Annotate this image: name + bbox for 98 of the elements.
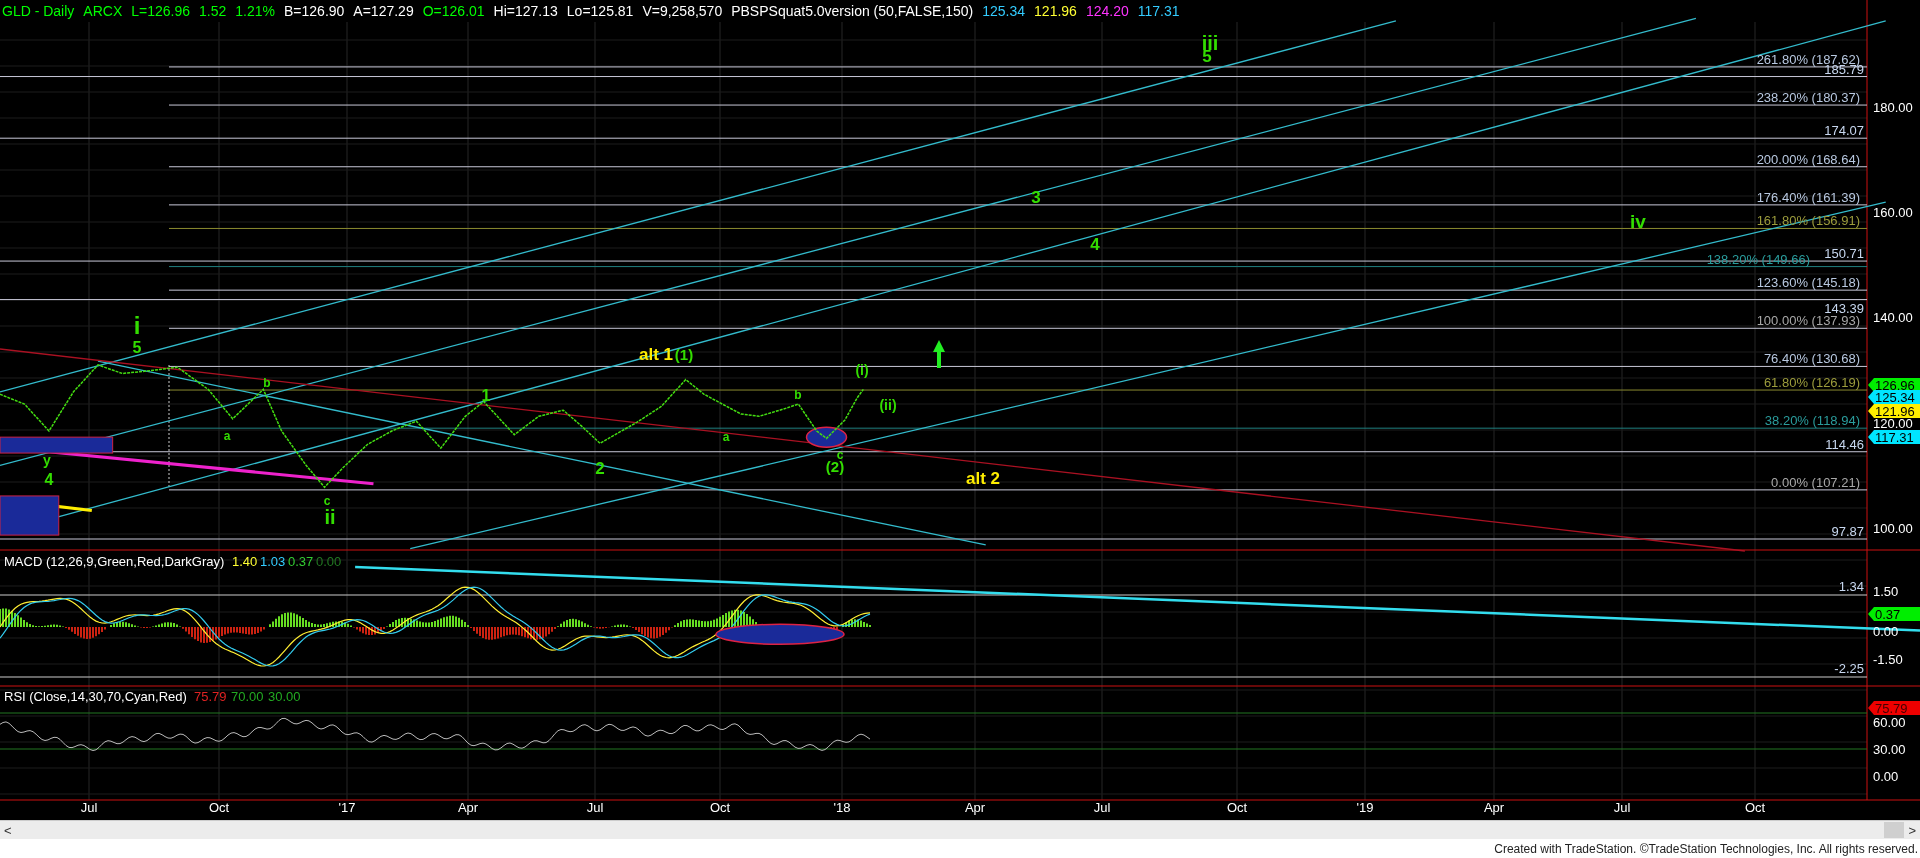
header-text: B=126.90	[284, 3, 345, 19]
header-text: 1.21%	[235, 3, 275, 19]
axis-label: 160.00	[1873, 205, 1913, 221]
date-label: Oct	[1744, 800, 1766, 815]
axis-label: 0.00	[1873, 769, 1899, 784]
indicator-value: 1.40	[232, 554, 258, 569]
indicator-value: 0.00	[316, 554, 342, 569]
line-label: -2.25	[1834, 661, 1864, 676]
date-label: Oct	[1226, 800, 1248, 815]
axis-label: 100.00	[1873, 520, 1913, 536]
line-label: 114.46	[1825, 436, 1864, 452]
date-label: Jul	[80, 800, 98, 815]
fib-label: 200.00% (168.64)	[1756, 151, 1860, 167]
line-label: 174.07	[1824, 123, 1864, 139]
wave-label: b	[794, 388, 802, 402]
date-label: Apr	[1483, 800, 1505, 815]
axis-label: 1.50	[1873, 584, 1899, 599]
header-text: PBSPSquat5.0version (50,FALSE,150)	[731, 3, 974, 19]
fib-label: 76.40% (130.68)	[1763, 351, 1860, 367]
date-label: Oct	[208, 800, 230, 815]
wave-label: 3	[1031, 188, 1041, 207]
indicator-marker: 0.37	[1868, 607, 1920, 622]
date-label: Apr	[964, 800, 986, 815]
wave-label: 4	[44, 471, 54, 488]
indicator-title: MACD (12,26,9,Green,Red,DarkGray)	[4, 554, 225, 569]
fib-label: 261.80% (187.62)	[1756, 51, 1860, 67]
header-text: 1.52	[199, 3, 227, 19]
header-text: 121.96	[1034, 3, 1077, 19]
indicator-value: 30.00	[268, 689, 301, 704]
axis-label: 30.00	[1873, 742, 1906, 757]
axis-label: 60.00	[1873, 715, 1906, 730]
wave-label: (i)	[855, 362, 869, 378]
wave-label: alt 2	[966, 469, 1000, 488]
scroll-right-button[interactable]: >	[1904, 822, 1920, 838]
line-label: 1.34	[1838, 579, 1864, 594]
header-text: 117.31	[1137, 3, 1180, 19]
date-label: Oct	[709, 800, 731, 815]
price-marker: 125.34	[1868, 390, 1920, 405]
axis-label: -1.50	[1873, 652, 1903, 667]
indicator-value: 70.00	[231, 689, 264, 704]
highlight-box	[0, 495, 60, 536]
line-label: 150.71	[1824, 246, 1864, 262]
fib-label: 0.00% (107.21)	[1771, 474, 1860, 490]
wave-label: iv	[1630, 211, 1646, 232]
wave-label: ii	[324, 506, 336, 528]
indicator-value: 1.03	[260, 554, 286, 569]
header-text: O=126.01	[422, 3, 485, 19]
wave-label: a	[223, 429, 231, 443]
copyright-text: Created with TradeStation. ©TradeStation Technologies, Inc. All rights reserved.	[0, 839, 1920, 858]
header-text: Hi=127.13	[493, 3, 558, 19]
header-text: ARCX	[83, 3, 123, 19]
indicator-value: 0.37	[288, 554, 314, 569]
wave-label: 2	[595, 459, 605, 478]
wave-label: 4	[1090, 235, 1100, 254]
price-marker: 117.31	[1868, 430, 1920, 445]
date-label: Jul	[1093, 800, 1111, 815]
wave-label: a	[722, 430, 730, 444]
header-text: GLD - Daily	[2, 3, 75, 19]
indicator-title: RSI (Close,14,30,70,Cyan,Red)	[4, 689, 187, 704]
wave-label: i	[133, 312, 141, 339]
scrollbar[interactable]: < >	[0, 820, 1920, 839]
header-text: Lo=125.81	[566, 3, 634, 19]
fib-label: 161.80% (156.91)	[1756, 213, 1860, 229]
indicator-marker: 75.79	[1868, 701, 1920, 716]
axis-label: 180.00	[1873, 100, 1913, 115]
wave-label: c	[323, 494, 331, 508]
date-label: Jul	[1613, 800, 1631, 815]
wave-label: (ii)	[879, 397, 897, 413]
wave-label: 1	[481, 387, 491, 404]
header-text: L=126.96	[131, 3, 191, 19]
wave-label: 5	[132, 339, 142, 356]
fib-label: 38.20% (118.94)	[1764, 413, 1860, 429]
date-label: '18	[833, 800, 851, 815]
wave-label: y	[43, 452, 51, 468]
line-label: 143.39	[1824, 300, 1864, 316]
wave-label: b	[263, 376, 271, 390]
header-text: V=9,258,570	[642, 3, 723, 19]
header-text: A=127.29	[353, 3, 414, 19]
date-label: Apr	[457, 800, 479, 815]
fib-label: 100.00% (137.93)	[1756, 313, 1860, 329]
indicator-value: 75.79	[194, 689, 227, 704]
fib-label: 61.80% (126.19)	[1763, 375, 1860, 391]
axis-label: 140.00	[1873, 310, 1913, 326]
header-text: 125.34	[982, 3, 1026, 19]
date-label: '17	[338, 800, 356, 815]
arrow-up-icon	[933, 340, 945, 368]
scroll-thumb[interactable]	[1884, 822, 1905, 838]
scroll-left-button[interactable]: <	[0, 822, 16, 838]
fib-label: 123.60% (145.18)	[1756, 275, 1860, 291]
fib-label: 238.20% (180.37)	[1756, 90, 1860, 106]
highlight-ellipse	[805, 426, 848, 448]
line-label: 97.87	[1831, 524, 1864, 539]
fib-label: 176.40% (161.39)	[1756, 189, 1860, 205]
wave-label: (1)	[674, 346, 694, 363]
price-marker: 121.96	[1868, 404, 1920, 419]
date-label: '19	[1356, 800, 1374, 815]
date-label: Jul	[586, 800, 604, 815]
header-text: 124.20	[1085, 3, 1129, 19]
